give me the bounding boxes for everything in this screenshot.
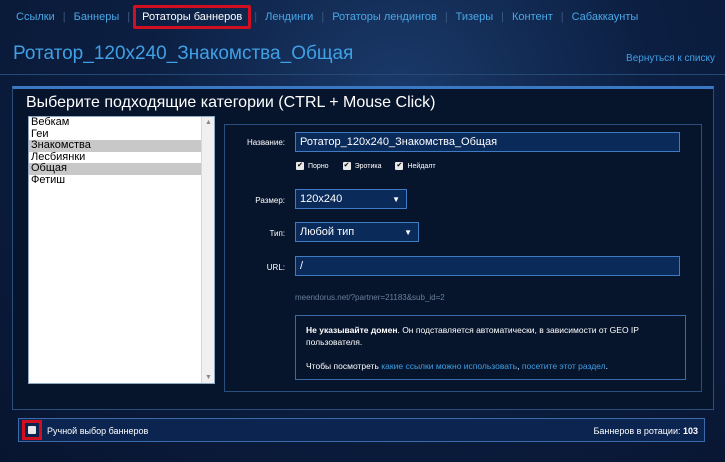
rotation-count: Баннеров в ротации: 103 [593, 426, 698, 436]
url-hint: meendorus.net/?partner=21183&sub_id=2 [295, 293, 445, 302]
card-title: Выберите подходящие категории (CTRL + Mo… [26, 94, 436, 111]
info-bold: Не указывайте домен [306, 325, 398, 335]
info-text: Чтобы посмотреть [306, 361, 382, 371]
checkbox-box [28, 426, 36, 434]
nav-item-links[interactable]: Ссылки [8, 11, 63, 23]
rotation-number: 103 [682, 426, 698, 436]
caret-down-icon: ▼ [392, 194, 400, 204]
page-title: Ротатор_120x240_Знакомства_Общая [13, 43, 354, 64]
url-input[interactable]: / [295, 256, 680, 276]
back-to-list-link[interactable]: Вернуться к списку [626, 53, 715, 64]
visit-section-link[interactable]: посетите этот раздел [522, 361, 606, 371]
allowed-links-link[interactable]: какие ссылки можно использовать [381, 361, 517, 371]
checkbox-porno[interactable]: ✔ Порно [296, 162, 329, 170]
category-listbox[interactable]: Вебкам Геи Знакомства Лесбиянки Общая Фе… [28, 116, 215, 384]
nav-item-subaccounts[interactable]: Сабаккаунты [564, 11, 647, 23]
type-select[interactable]: Любой тип ▼ [295, 222, 419, 242]
check-icon: ✔ [395, 162, 404, 170]
url-hint-path: /?partner=21183&sub_id=2 [348, 293, 445, 302]
manual-selection-label: Ручной выбор баннеров [47, 426, 149, 436]
check-icon: ✔ [296, 162, 304, 170]
name-label: Название: [247, 138, 285, 147]
scroll-down-icon[interactable]: ▼ [205, 374, 212, 381]
checkbox-label: Нейдалт [407, 162, 436, 170]
checkbox-label: Порно [308, 162, 329, 170]
size-value: 120x240 [300, 193, 343, 205]
listbox-scrollbar[interactable]: ▲ ▼ [201, 117, 214, 383]
manual-banner-bar: Ручной выбор баннеров Баннеров в ротации… [18, 418, 705, 442]
manual-selection-checkbox[interactable] [22, 420, 42, 440]
checkbox-erotica[interactable]: ✔ Эротика [342, 162, 382, 170]
type-label: Тип: [269, 229, 285, 238]
nav-item-landing-rotators[interactable]: Ротаторы лендингов [324, 11, 445, 23]
top-navigation: Ссылки | Баннеры | Ротаторы баннеров | Л… [0, 0, 725, 34]
nav-item-content[interactable]: Контент [504, 11, 561, 23]
check-icon: ✔ [342, 162, 351, 170]
nav-separator: | [127, 11, 131, 23]
size-label: Размер: [255, 196, 285, 205]
url-label: URL: [266, 263, 285, 272]
info-text: . [605, 361, 608, 371]
url-hint-domain: meendorus.net [295, 293, 349, 302]
caret-down-icon: ▼ [404, 227, 412, 237]
content-type-checkboxes: ✔ Порно ✔ Эротика ✔ Нейдалт [296, 162, 436, 170]
checkbox-nonadult[interactable]: ✔ Нейдалт [395, 162, 436, 170]
checkbox-label: Эротика [354, 162, 382, 170]
size-select[interactable]: 120x240 ▼ [295, 189, 407, 209]
nav-item-landings[interactable]: Лендинги [257, 11, 321, 23]
nav-item-banner-rotators[interactable]: Ротаторы баннеров [133, 5, 252, 29]
rotation-label: Баннеров в ротации: [593, 426, 683, 436]
scroll-up-icon[interactable]: ▲ [205, 119, 212, 126]
rotator-form: Название: Ротатор_120x240_Знакомства_Общ… [224, 124, 702, 392]
category-option[interactable]: Фетиш [29, 174, 201, 187]
nav-item-teasers[interactable]: Тизеры [448, 11, 501, 23]
name-input[interactable]: Ротатор_120x240_Знакомства_Общая [295, 132, 680, 152]
category-option[interactable]: Вебкам [29, 116, 201, 129]
nav-item-banners[interactable]: Баннеры [66, 11, 128, 23]
category-card: Выберите подходящие категории (CTRL + Mo… [12, 86, 714, 410]
title-divider [0, 74, 725, 75]
info-box: Не указывайте домен. Он подставляется ав… [295, 315, 686, 380]
type-value: Любой тип [300, 226, 355, 238]
